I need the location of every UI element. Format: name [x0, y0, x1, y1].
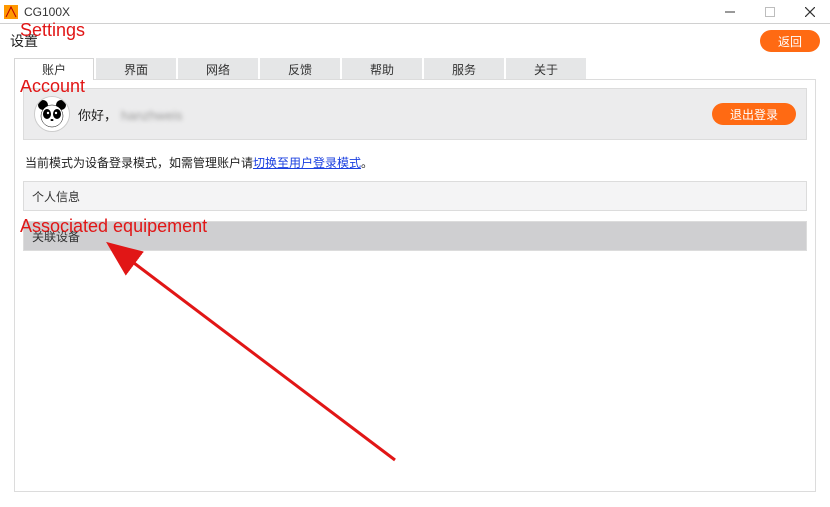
sub-header: 设置 返回 [0, 24, 830, 58]
tab-ui[interactable]: 界面 [96, 58, 176, 80]
page-title: 设置 [10, 31, 38, 51]
tabs: 账户 界面 网络 反馈 帮助 服务 关于 [0, 58, 830, 80]
window-minimize-button[interactable] [710, 0, 750, 24]
section-personal-label: 个人信息 [32, 188, 80, 205]
avatar [34, 96, 70, 132]
title-bar: CG100X [0, 0, 830, 24]
switch-mode-link[interactable]: 切换至用户登录模式 [253, 156, 361, 170]
mode-prefix: 当前模式为设备登录模式，如需管理账户请 [25, 156, 253, 170]
tab-account[interactable]: 账户 [14, 58, 94, 80]
content-panel: 你好， hanzhweis 退出登录 当前模式为设备登录模式，如需管理账户请切换至… [14, 79, 816, 492]
greeting-label: 你好， [78, 108, 117, 123]
tab-about[interactable]: 关于 [506, 58, 586, 80]
mode-suffix: 。 [361, 156, 373, 170]
section-personal-info[interactable]: 个人信息 [23, 181, 807, 211]
back-button[interactable]: 返回 [760, 30, 820, 52]
app-icon [4, 5, 18, 19]
tab-feedback[interactable]: 反馈 [260, 58, 340, 80]
mode-line: 当前模式为设备登录模式，如需管理账户请切换至用户登录模式。 [15, 140, 815, 181]
greeting-box: 你好， hanzhweis 退出登录 [23, 88, 807, 140]
window-title: CG100X [24, 5, 70, 19]
tab-service[interactable]: 服务 [424, 58, 504, 80]
greeting-username: hanzhweis [121, 108, 182, 123]
logout-button[interactable]: 退出登录 [712, 103, 796, 125]
greeting-text: 你好， hanzhweis [78, 105, 182, 124]
section-devices-label: 关联设备 [32, 228, 80, 245]
window-close-button[interactable] [790, 0, 830, 24]
tab-network[interactable]: 网络 [178, 58, 258, 80]
tab-help[interactable]: 帮助 [342, 58, 422, 80]
window-maximize-button[interactable] [750, 0, 790, 24]
section-associated-devices[interactable]: 关联设备 [23, 221, 807, 251]
